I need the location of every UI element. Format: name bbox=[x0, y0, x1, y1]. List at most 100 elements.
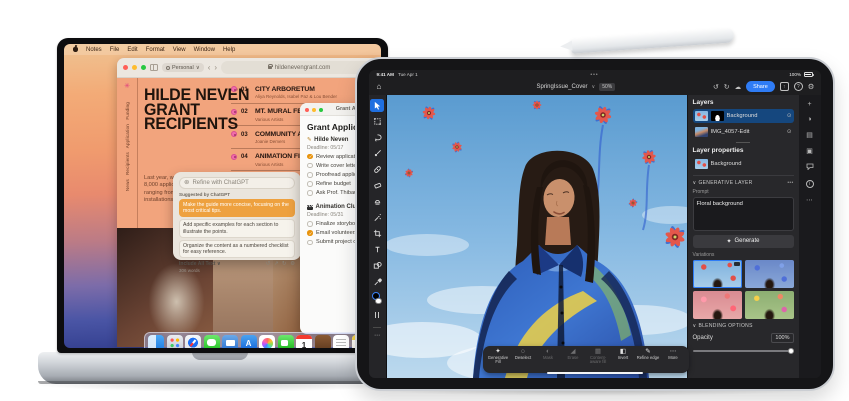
slider-knob[interactable] bbox=[788, 348, 794, 354]
vertical-nav-item[interactable]: News bbox=[125, 179, 130, 191]
home-icon[interactable]: ⌂ bbox=[377, 82, 382, 92]
prompt-input[interactable]: Floral background bbox=[693, 197, 794, 231]
dock-icon-launchpad[interactable] bbox=[167, 335, 183, 348]
suggestion-chip[interactable]: Make the guide more concise, focusing on… bbox=[179, 199, 295, 217]
transform-select-tool[interactable] bbox=[370, 115, 384, 128]
close-button[interactable] bbox=[123, 65, 128, 70]
dock-icon-finder[interactable] bbox=[148, 335, 164, 348]
taskbar-button[interactable]: ◐ Mask bbox=[536, 348, 561, 371]
variation-thumbnail[interactable] bbox=[693, 260, 742, 288]
eraser-tool[interactable] bbox=[370, 179, 384, 192]
eyedropper-tool[interactable] bbox=[370, 275, 384, 288]
taskbar-button[interactable]: ◌ Deselect bbox=[511, 348, 536, 371]
canvas[interactable] bbox=[387, 95, 687, 378]
help-icon[interactable]: ? bbox=[794, 82, 803, 91]
dock-icon-photos[interactable] bbox=[259, 335, 275, 348]
type-tool[interactable] bbox=[370, 243, 384, 256]
undo-icon[interactable]: ↺ bbox=[713, 83, 719, 91]
zoom-level-badge[interactable]: 50% bbox=[599, 83, 615, 91]
redo-icon[interactable]: ↻ bbox=[724, 83, 730, 91]
zoom-button[interactable] bbox=[319, 108, 323, 112]
menu-item[interactable]: Help bbox=[223, 47, 235, 53]
menu-item[interactable]: Window bbox=[194, 47, 215, 53]
chevron-down-icon[interactable]: ∨ bbox=[693, 180, 697, 186]
share-button[interactable]: Share bbox=[746, 81, 775, 92]
opacity-value[interactable]: 100% bbox=[771, 333, 793, 343]
dock-icon-facetime[interactable] bbox=[278, 335, 294, 348]
brush-tool[interactable] bbox=[370, 147, 384, 160]
dock-icon-calendar[interactable]: 1 bbox=[296, 335, 312, 348]
checkbox[interactable] bbox=[307, 181, 313, 187]
visibility-eye-icon[interactable]: ⊙ bbox=[787, 113, 792, 119]
dock-icon-books[interactable] bbox=[315, 335, 331, 348]
suggestion-chip[interactable]: Add specific examples for each section t… bbox=[179, 219, 295, 237]
menu-item[interactable]: Format bbox=[146, 47, 165, 53]
taskbar-button[interactable]: ◢ Erase bbox=[561, 348, 586, 371]
sidebar-icon[interactable] bbox=[150, 64, 158, 71]
export-icon[interactable]: ↑ bbox=[780, 82, 789, 91]
move-tool[interactable] bbox=[370, 99, 384, 112]
layer-row[interactable]: Background ⊙ bbox=[693, 109, 794, 123]
document-title[interactable]: SpringIssue_Cover bbox=[537, 84, 588, 90]
lasso-tool[interactable] bbox=[370, 131, 384, 144]
checkbox[interactable] bbox=[307, 230, 313, 236]
adjustments-icon[interactable]: ◑ bbox=[807, 116, 811, 123]
checkbox[interactable] bbox=[307, 172, 313, 178]
suggestion-chip[interactable]: Organize the content as a numbered check… bbox=[179, 240, 295, 258]
shapes-tool[interactable] bbox=[370, 259, 384, 272]
more-tools-icon[interactable]: ⋯ bbox=[374, 333, 380, 339]
checkbox[interactable] bbox=[307, 154, 313, 160]
menu-item[interactable]: Edit bbox=[127, 47, 137, 53]
taskbar-button[interactable]: ▦ Content-aware fill bbox=[586, 348, 611, 371]
color-swatch[interactable] bbox=[371, 292, 383, 305]
forward-button[interactable]: › bbox=[214, 64, 217, 72]
minimize-button[interactable] bbox=[132, 65, 137, 70]
spot-heal-tool[interactable] bbox=[370, 163, 384, 176]
chevron-down-icon[interactable]: ∨ bbox=[693, 323, 697, 329]
site-logo-icon[interactable]: ✳ bbox=[124, 83, 130, 90]
dock-icon-mail[interactable] bbox=[222, 335, 238, 348]
checkbox[interactable] bbox=[307, 190, 313, 196]
include-all-text-toggle[interactable]: Include All Text ∨ bbox=[179, 261, 221, 267]
menu-item[interactable]: File bbox=[110, 47, 120, 53]
profile-switcher[interactable]: Personal ∨ bbox=[162, 63, 204, 72]
menu-item[interactable]: View bbox=[173, 47, 186, 53]
taskbar-button[interactable]: ⋯ More bbox=[661, 348, 686, 371]
layers-alt-icon[interactable]: ▣ bbox=[806, 147, 813, 155]
properties-layer-row[interactable]: Background bbox=[693, 157, 794, 171]
checkbox[interactable] bbox=[307, 163, 313, 169]
close-button[interactable] bbox=[305, 108, 309, 112]
undo-icon[interactable]: ↺ bbox=[266, 261, 271, 267]
magic-wand-tool[interactable] bbox=[370, 211, 384, 224]
apple-logo-icon[interactable] bbox=[73, 47, 78, 52]
dock-icon-reminders[interactable] bbox=[333, 335, 349, 348]
back-button[interactable]: ‹ bbox=[208, 64, 211, 72]
crop-tool[interactable] bbox=[370, 227, 384, 240]
more-icon[interactable]: ⋯ bbox=[806, 196, 813, 204]
dock-icon-safari[interactable] bbox=[185, 335, 201, 348]
more-icon[interactable]: ••• bbox=[787, 180, 793, 186]
comment-icon[interactable] bbox=[806, 163, 814, 172]
share-icon[interactable]: ↗ bbox=[274, 261, 279, 267]
checkbox[interactable] bbox=[307, 240, 313, 246]
generate-button[interactable]: ✦ Generate bbox=[693, 235, 794, 248]
add-icon[interactable]: + bbox=[807, 101, 811, 108]
minimize-button[interactable] bbox=[312, 108, 316, 112]
opacity-slider[interactable] bbox=[693, 347, 794, 355]
checkbox[interactable] bbox=[307, 221, 313, 227]
variation-thumbnail[interactable] bbox=[693, 291, 742, 319]
variation-thumbnail[interactable] bbox=[745, 291, 794, 319]
visibility-eye-icon[interactable]: ⊙ bbox=[787, 129, 792, 135]
gear-icon[interactable]: ⚙ bbox=[808, 82, 815, 91]
menu-item[interactable]: Notes bbox=[86, 47, 102, 53]
info-icon[interactable]: i bbox=[806, 180, 814, 188]
refine-input[interactable]: ⊛ Refine with ChatGPT bbox=[179, 177, 295, 189]
variation-thumbnail[interactable] bbox=[745, 260, 794, 288]
background-color[interactable] bbox=[375, 298, 382, 305]
taskbar-button[interactable]: ◧ Invert bbox=[611, 348, 636, 371]
clone-stamp-tool[interactable] bbox=[370, 195, 384, 208]
layer-row[interactable]: IMG_4057-Edit ⊙ bbox=[693, 125, 794, 139]
cloud-sync-icon[interactable]: ☁ bbox=[735, 83, 742, 91]
taskbar-button[interactable]: ✎ Refine edge bbox=[636, 348, 661, 371]
taskbar-button[interactable]: ✦ Generative Fill bbox=[486, 348, 511, 371]
